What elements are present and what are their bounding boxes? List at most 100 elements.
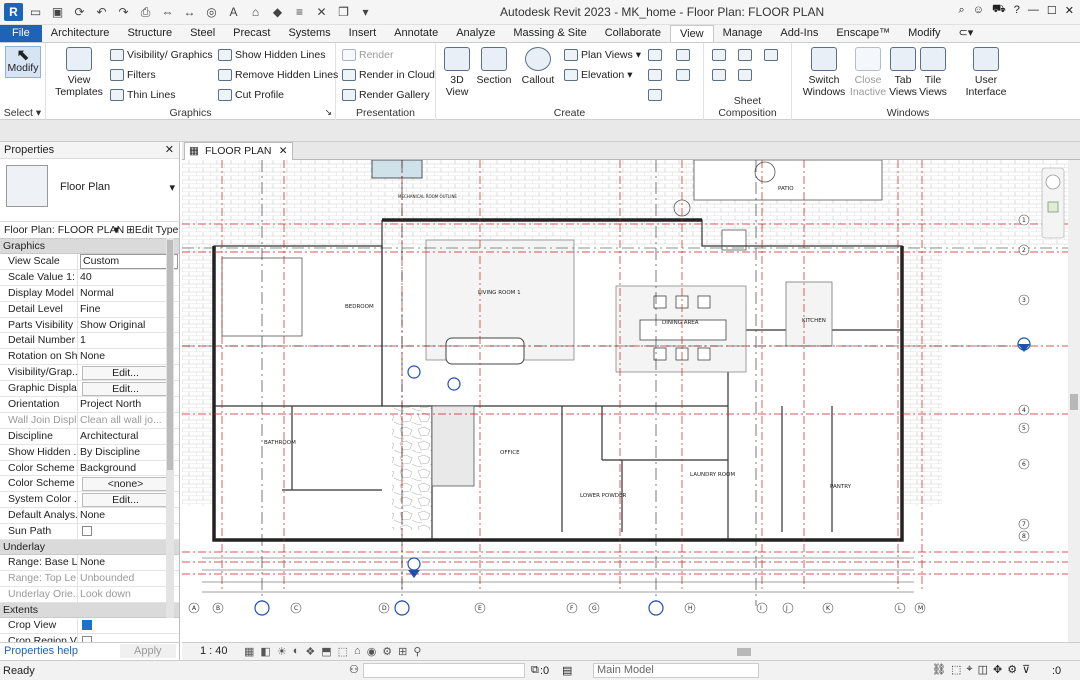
- 3d-view-icon[interactable]: ⌂: [246, 3, 265, 21]
- tab-floor-plan[interactable]: ▦ FLOOR PLAN ✕: [184, 142, 293, 160]
- tab-systems[interactable]: Systems: [279, 25, 339, 42]
- cart-icon[interactable]: ⛟: [992, 3, 1006, 17]
- select-panel-label[interactable]: Select ▾: [0, 107, 45, 119]
- prop-value[interactable]: None: [78, 508, 179, 523]
- save-icon[interactable]: ▣: [48, 3, 67, 21]
- title-block-button[interactable]: [738, 49, 752, 61]
- plan-views-button[interactable]: Plan Views ▾: [564, 49, 641, 61]
- view-scale-button[interactable]: 1 : 40: [200, 645, 228, 657]
- prop-value[interactable]: Normal: [78, 286, 179, 301]
- prop-value[interactable]: 1: [78, 333, 179, 348]
- workset-dropdown[interactable]: [363, 663, 525, 678]
- tag-icon[interactable]: ◎: [202, 3, 221, 21]
- detail-level-icon[interactable]: ▦: [244, 645, 254, 658]
- show-crop-icon[interactable]: ⬚: [338, 645, 348, 658]
- temp-hide-icon[interactable]: ◉: [367, 645, 377, 658]
- tab-close-icon[interactable]: ✕: [279, 143, 288, 160]
- edit-type-button[interactable]: ⊞Edit Type: [126, 222, 178, 239]
- crop-view-icon[interactable]: ⬒: [321, 645, 331, 658]
- drawing-area[interactable]: BEDROOM LIVING ROOM 1 DINING AREA KITCHE…: [182, 160, 1080, 642]
- scale-value-field[interactable]: 40: [78, 270, 179, 285]
- navigation-bar[interactable]: [1041, 167, 1065, 239]
- tab-precast[interactable]: Precast: [224, 25, 279, 42]
- visual-style-icon[interactable]: ◧: [260, 645, 270, 658]
- duplicate-view-button[interactable]: [648, 69, 662, 81]
- select-links-icon[interactable]: ⛓: [932, 663, 946, 676]
- legends-button[interactable]: [648, 89, 662, 101]
- tab-analyze[interactable]: Analyze: [447, 25, 504, 42]
- revisions-button[interactable]: [712, 69, 726, 81]
- prop-value[interactable]: Background: [78, 461, 179, 476]
- tab-steel[interactable]: Steel: [181, 25, 224, 42]
- group-extents[interactable]: Extents: [0, 602, 179, 618]
- select-pinned-icon[interactable]: ⌖: [966, 663, 972, 676]
- section-icon[interactable]: ◆: [268, 3, 287, 21]
- viewports-button[interactable]: [738, 69, 752, 81]
- dimension-icon[interactable]: ↔: [180, 3, 199, 21]
- sync-icon[interactable]: ⟳: [70, 3, 89, 21]
- tab-enscape[interactable]: Enscape™: [827, 25, 899, 42]
- print-icon[interactable]: ⎙: [136, 3, 155, 21]
- reveal-hidden-icon[interactable]: ⚙: [382, 645, 392, 658]
- drag-elements-icon[interactable]: ✥: [993, 663, 1002, 676]
- remove-hidden-lines-button[interactable]: Remove Hidden Lines: [218, 69, 338, 81]
- tab-structure[interactable]: Structure: [118, 25, 181, 42]
- tab-insert[interactable]: Insert: [340, 25, 386, 42]
- redo-icon[interactable]: ↷: [114, 3, 133, 21]
- view-templates-button[interactable]: View Templates: [54, 47, 104, 98]
- drafting-view-button[interactable]: [648, 49, 662, 61]
- 3d-view-button[interactable]: 3D View: [444, 47, 470, 98]
- background-process-icon[interactable]: ⚙: [1007, 663, 1017, 676]
- contextual-tab-toggle[interactable]: ⊂▾: [950, 25, 983, 42]
- workset-icon[interactable]: ⚇: [349, 663, 359, 676]
- prop-value[interactable]: None: [78, 555, 179, 570]
- graphic-display-edit-button[interactable]: Edit...: [82, 382, 169, 397]
- tab-collaborate[interactable]: Collaborate: [596, 25, 670, 42]
- tab-modify[interactable]: Modify: [899, 25, 949, 42]
- worksharing-icon[interactable]: ⊞: [398, 645, 407, 658]
- horizontal-scrollbar-thumb[interactable]: [737, 648, 751, 656]
- apply-button[interactable]: Apply: [120, 644, 176, 658]
- render-gallery-button[interactable]: Render Gallery: [342, 89, 430, 101]
- render-dialog-icon[interactable]: ❖: [305, 645, 315, 658]
- switch-windows-icon[interactable]: ❐: [334, 3, 353, 21]
- properties-scrollbar[interactable]: [166, 238, 174, 618]
- group-underlay[interactable]: Underlay: [0, 540, 179, 556]
- editable-only-icon[interactable]: ⧉: [531, 664, 539, 677]
- tab-view[interactable]: View: [669, 25, 714, 42]
- open-icon[interactable]: ▭: [26, 3, 45, 21]
- instance-filter[interactable]: Floor Plan: FLOOR PLAN ▾ ⊞Edit Type: [0, 222, 179, 239]
- customize-qat-icon[interactable]: ▾: [356, 3, 375, 21]
- sheet-button[interactable]: [712, 49, 726, 61]
- tab-file[interactable]: File: [0, 25, 42, 42]
- tab-add-ins[interactable]: Add-Ins: [771, 25, 827, 42]
- tab-massing-site[interactable]: Massing & Site: [504, 25, 595, 42]
- maximize-icon[interactable]: ☐: [1047, 4, 1057, 17]
- design-options-icon[interactable]: ▤: [562, 664, 572, 677]
- prop-value[interactable]: Show Original: [78, 318, 179, 333]
- text-icon[interactable]: A: [224, 3, 243, 21]
- vis-graphics-edit-button[interactable]: Edit...: [82, 366, 169, 381]
- switch-windows-button[interactable]: Switch Windows: [803, 47, 845, 98]
- properties-close-icon[interactable]: ✕: [165, 142, 174, 159]
- thin-lines-button[interactable]: Thin Lines: [110, 89, 175, 101]
- tile-views-button[interactable]: Tile Views: [918, 47, 948, 98]
- user-icon[interactable]: ☺: [973, 4, 984, 16]
- sun-path-icon[interactable]: ☀: [277, 645, 287, 658]
- scroll-thumb[interactable]: [167, 240, 173, 470]
- filters-button[interactable]: Filters: [110, 69, 156, 81]
- unlocked-3d-icon[interactable]: ⌂: [354, 645, 361, 658]
- close-hidden-icon[interactable]: ✕: [312, 3, 331, 21]
- floor-plan-drawing[interactable]: BEDROOM LIVING ROOM 1 DINING AREA KITCHE…: [182, 160, 1080, 642]
- minimize-icon[interactable]: —: [1028, 4, 1039, 16]
- section-button[interactable]: Section: [476, 47, 512, 86]
- crop-view-checkbox[interactable]: [82, 619, 92, 630]
- sun-path-checkbox[interactable]: [82, 526, 92, 537]
- callout-button[interactable]: Callout: [520, 47, 556, 86]
- schedules-button[interactable]: [676, 49, 690, 61]
- cut-profile-button[interactable]: Cut Profile: [218, 89, 284, 101]
- prop-value[interactable]: Architectural: [78, 429, 179, 444]
- thin-lines-icon[interactable]: ≡: [290, 3, 309, 21]
- revit-logo-icon[interactable]: R: [4, 3, 23, 21]
- undo-icon[interactable]: ↶: [92, 3, 111, 21]
